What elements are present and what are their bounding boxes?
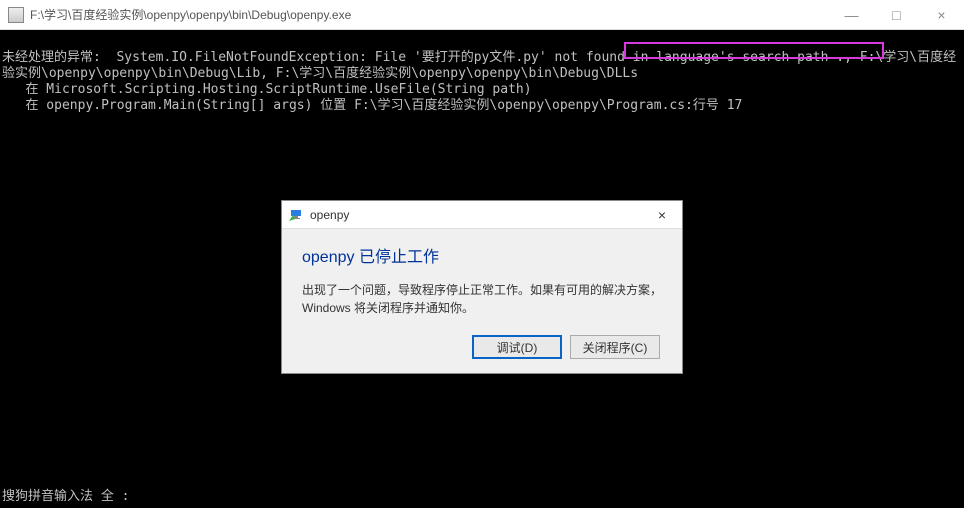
minimize-button[interactable]: — [829, 0, 874, 29]
close-program-button[interactable]: 关闭程序(C) [570, 335, 660, 359]
exception-line: 未经处理的异常: System.IO.FileNotFoundException… [2, 50, 956, 81]
app-crash-icon [288, 207, 304, 223]
dialog-message: 出现了一个问题，导致程序停止正常工作。如果有可用的解决方案，Windows 将关… [302, 281, 662, 317]
close-button[interactable]: × [919, 0, 964, 29]
stack-line-1: 在 Microsoft.Scripting.Hosting.ScriptRunt… [2, 82, 532, 97]
dialog-close-button[interactable]: × [642, 201, 682, 229]
window-controls: — □ × [829, 0, 964, 29]
ime-status: 搜狗拼音输入法 全 : [2, 485, 129, 504]
error-dialog: openpy × openpy 已停止工作 出现了一个问题，导致程序停止正常工作… [281, 200, 683, 374]
dialog-titlebar: openpy × [282, 201, 682, 229]
exception-prefix: 未经处理的异常: System.IO.FileNotFoundException… [2, 50, 578, 65]
window-titlebar: F:\学习\百度经验实例\openpy\openpy\bin\Debug\ope… [0, 0, 964, 30]
app-icon [8, 7, 24, 23]
dialog-body: openpy 已停止工作 出现了一个问题，导致程序停止正常工作。如果有可用的解决… [282, 229, 682, 373]
stack-line-2: 在 openpy.Program.Main(String[] args) 位置 … [2, 98, 742, 113]
exception-highlighted-text: found in language's search path [578, 50, 828, 65]
dialog-title: openpy [310, 208, 642, 222]
dialog-button-row: 调试(D) 关闭程序(C) [302, 335, 662, 363]
debug-button[interactable]: 调试(D) [472, 335, 562, 359]
console-output: 未经处理的异常: System.IO.FileNotFoundException… [0, 30, 964, 118]
window-title: F:\学习\百度经验实例\openpy\openpy\bin\Debug\ope… [30, 6, 829, 23]
dialog-heading: openpy 已停止工作 [302, 243, 662, 267]
maximize-button[interactable]: □ [874, 0, 919, 29]
